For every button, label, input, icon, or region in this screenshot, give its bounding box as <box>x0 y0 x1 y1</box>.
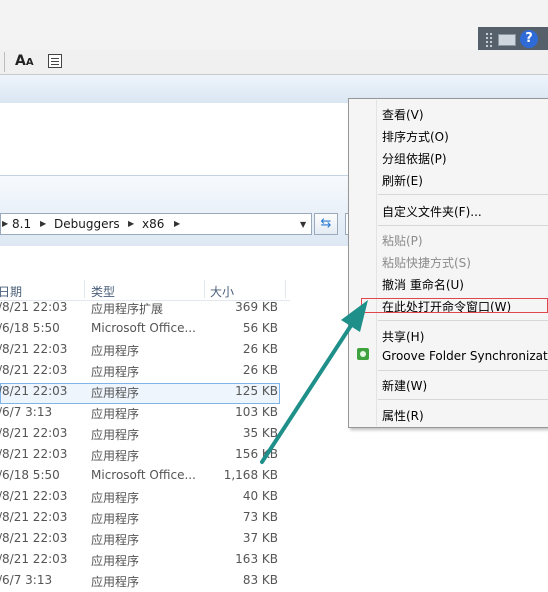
file-type-cell: 应用程序 <box>91 386 140 400</box>
file-size-cell: 1,168 KB <box>223 468 278 482</box>
file-type-cell: 应用程序 <box>91 428 140 442</box>
file-size-cell: 83 KB <box>242 573 278 587</box>
file-size-cell: 156 KB <box>235 447 278 461</box>
refresh-icon: ⇆ <box>320 216 332 231</box>
menu-item-customize-folder[interactable]: 自定义文件夹(F)... <box>382 203 482 220</box>
file-size-cell: 40 KB <box>242 489 278 503</box>
menu-gutter-line <box>376 100 377 426</box>
file-type-cell: Microsoft Office... <box>91 468 196 482</box>
menu-item-view[interactable]: 查看(V) <box>382 106 424 123</box>
file-size-cell: 73 KB <box>242 510 278 524</box>
menu-item-refresh[interactable]: 刷新(E) <box>382 172 423 189</box>
grip-handle-icon[interactable] <box>485 32 493 48</box>
file-date-cell: /8/21 22:03 <box>0 552 68 566</box>
breadcrumb-item[interactable]: x86 <box>142 217 164 231</box>
menu-separator <box>378 320 548 321</box>
file-date-cell: /8/21 22:03 <box>0 447 68 461</box>
properties-icon[interactable] <box>48 54 62 68</box>
help-icon[interactable]: ? <box>520 30 538 48</box>
menu-item-new[interactable]: 新建(W) <box>382 377 427 394</box>
file-date-cell: /8/21 22:03 <box>0 531 68 545</box>
table-row[interactable]: /8/21 22:03 应用程序 156 KB <box>0 445 290 466</box>
file-size-cell: 125 KB <box>235 384 278 398</box>
file-type-cell: 应用程序 <box>91 491 140 505</box>
format-toolbar <box>0 50 548 75</box>
file-date-cell: /8/21 22:03 <box>0 300 68 314</box>
menu-separator <box>378 225 548 226</box>
file-size-cell: 103 KB <box>235 405 278 419</box>
address-dropdown-icon[interactable]: ▼ <box>300 220 306 229</box>
groove-icon <box>357 348 369 360</box>
file-date-cell: /6/7 3:13 <box>0 573 53 587</box>
refresh-button[interactable]: ⇆ <box>314 213 338 235</box>
font-size-big-letter: A <box>15 53 26 69</box>
table-row[interactable]: /8/21 22:03 应用程序 73 KB <box>0 508 290 529</box>
file-size-cell: 56 KB <box>242 321 278 335</box>
menu-item-share[interactable]: 共享(H) <box>382 328 424 345</box>
menu-item-group-by[interactable]: 分组依据(P) <box>382 150 447 167</box>
menu-separator <box>378 399 548 400</box>
breadcrumb-separator-icon[interactable]: ▶ <box>40 219 46 228</box>
menu-item-sort-by[interactable]: 排序方式(O) <box>382 128 449 145</box>
menu-item-paste-shortcut[interactable]: 粘贴快捷方式(S) <box>382 254 471 271</box>
file-size-cell: 26 KB <box>242 363 278 377</box>
file-date-cell: /8/21 22:03 <box>0 426 68 440</box>
table-row[interactable]: /8/21 22:03 应用程序 125 KB <box>0 382 290 403</box>
font-size-small-letter: A <box>25 57 34 68</box>
breadcrumb-separator-icon[interactable]: ▶ <box>174 219 180 228</box>
file-date-cell: /8/21 22:03 <box>0 363 68 377</box>
table-row[interactable]: /8/21 22:03 应用程序 163 KB <box>0 550 290 571</box>
table-row[interactable]: /8/21 22:03 应用程序 40 KB <box>0 487 290 508</box>
menu-separator <box>378 194 548 195</box>
file-type-cell: 应用程序 <box>91 365 140 379</box>
menu-item-groove-sync[interactable]: Groove Folder Synchronization <box>382 349 548 363</box>
table-row[interactable]: /8/21 22:03 应用程序扩展 369 KB <box>0 298 290 319</box>
menu-item-undo-rename[interactable]: 撤消 重命名(U) <box>382 276 464 293</box>
file-date-cell: /8/21 22:03 <box>0 510 68 524</box>
table-row[interactable]: /8/21 22:03 应用程序 26 KB <box>0 361 290 382</box>
table-row[interactable]: /6/18 5:50 Microsoft Office... 56 KB <box>0 319 290 340</box>
menu-item-paste[interactable]: 粘贴(P) <box>382 232 423 249</box>
file-type-cell: 应用程序 <box>91 512 140 526</box>
file-date-cell: /6/18 5:50 <box>0 321 60 335</box>
breadcrumb-separator-icon[interactable]: ▶ <box>2 219 8 228</box>
table-row[interactable]: /8/21 22:03 应用程序 37 KB <box>0 529 290 550</box>
menu-separator <box>378 370 548 371</box>
menu-item-properties[interactable]: 属性(R) <box>382 407 424 424</box>
column-divider[interactable] <box>84 280 85 298</box>
file-size-cell: 37 KB <box>242 531 278 545</box>
table-row[interactable]: /6/7 3:13 应用程序 103 KB <box>0 403 290 424</box>
file-date-cell: /6/18 5:50 <box>0 468 60 482</box>
file-size-cell: 26 KB <box>242 342 278 356</box>
file-type-cell: 应用程序 <box>91 407 140 421</box>
file-type-cell: 应用程序 <box>91 533 140 547</box>
file-type-cell: 应用程序扩展 <box>91 302 164 316</box>
file-type-cell: 应用程序 <box>91 554 140 568</box>
table-row[interactable]: /8/21 22:03 应用程序 35 KB <box>0 424 290 445</box>
file-date-cell: /8/21 22:03 <box>0 489 68 503</box>
highlight-annotation-box <box>361 298 548 313</box>
file-date-cell: /8/21 22:03 <box>0 342 68 356</box>
breadcrumb-item[interactable]: Debuggers <box>54 217 120 231</box>
file-date-cell: /6/7 3:13 <box>0 405 53 419</box>
breadcrumb-separator-icon[interactable]: ▶ <box>128 219 134 228</box>
top-strip <box>0 0 548 50</box>
column-divider[interactable] <box>204 280 205 298</box>
column-divider[interactable] <box>285 280 286 298</box>
file-date-cell: /8/21 22:03 <box>0 384 68 398</box>
file-size-cell: 369 KB <box>235 300 278 314</box>
keyboard-icon[interactable] <box>498 34 516 46</box>
file-type-cell: 应用程序 <box>91 449 140 463</box>
file-type-cell: Microsoft Office... <box>91 321 196 335</box>
font-size-icon[interactable]: AA <box>15 53 34 69</box>
table-row[interactable]: /6/18 5:50 Microsoft Office... 1,168 KB <box>0 466 290 487</box>
file-size-cell: 163 KB <box>235 552 278 566</box>
file-type-cell: 应用程序 <box>91 344 140 358</box>
breadcrumb-item[interactable]: 8.1 <box>12 217 31 231</box>
table-row[interactable]: /8/21 22:03 应用程序 26 KB <box>0 340 290 361</box>
toolbar-divider <box>4 52 5 72</box>
file-size-cell: 35 KB <box>242 426 278 440</box>
